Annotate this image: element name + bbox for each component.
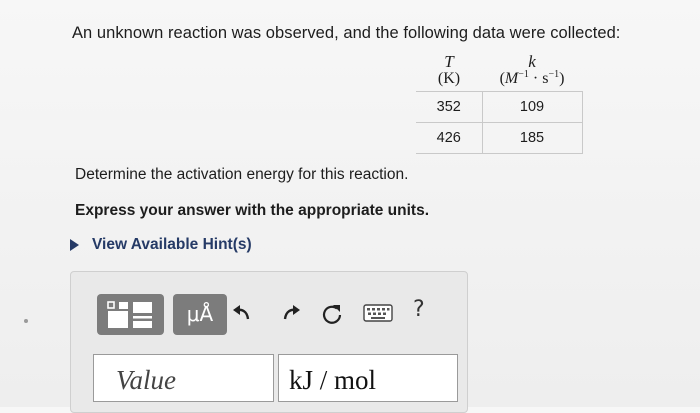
temperature-symbol: T: [444, 52, 454, 71]
rate-constant-symbol: k: [528, 52, 536, 71]
question-text: Determine the activation energy for this…: [75, 166, 409, 183]
cell-temperature: 426: [416, 122, 483, 154]
templates-icon: [107, 301, 152, 328]
header-rate-constant: k (M−1 · s−1): [482, 50, 582, 92]
cell-rate-constant: 185: [481, 122, 583, 154]
answer-panel: μÅ ? Value kJ / mol: [70, 271, 468, 413]
units-input[interactable]: kJ / mol: [278, 354, 458, 402]
temperature-unit: (K): [437, 70, 461, 87]
reset-icon[interactable]: [320, 302, 344, 326]
value-input[interactable]: Value: [93, 354, 274, 402]
table-row: 426 185: [416, 122, 583, 154]
help-icon[interactable]: ?: [413, 297, 425, 322]
templates-button[interactable]: [97, 294, 164, 335]
header-temperature: T (K): [416, 50, 482, 92]
cell-rate-constant: 109: [481, 91, 583, 123]
symbols-button[interactable]: μÅ: [173, 294, 227, 335]
cell-temperature: 352: [416, 91, 483, 123]
rate-constant-unit: (M−1 · s−1): [499, 69, 565, 88]
expand-triangle-icon: [70, 239, 79, 251]
table-row: 352 109: [416, 91, 583, 123]
data-table: T (K) k (M−1 · s−1) 352 109 426 185: [416, 50, 583, 154]
keyboard-icon[interactable]: [363, 304, 393, 322]
view-hints-link[interactable]: View Available Hint(s): [70, 236, 252, 254]
view-hints-label: View Available Hint(s): [92, 236, 252, 253]
undo-icon[interactable]: [231, 302, 255, 324]
problem-intro: An unknown reaction was observed, and th…: [72, 24, 621, 42]
decorative-dot: [24, 319, 28, 323]
instruction-text: Express your answer with the appropriate…: [75, 202, 430, 219]
redo-icon[interactable]: [278, 302, 302, 324]
